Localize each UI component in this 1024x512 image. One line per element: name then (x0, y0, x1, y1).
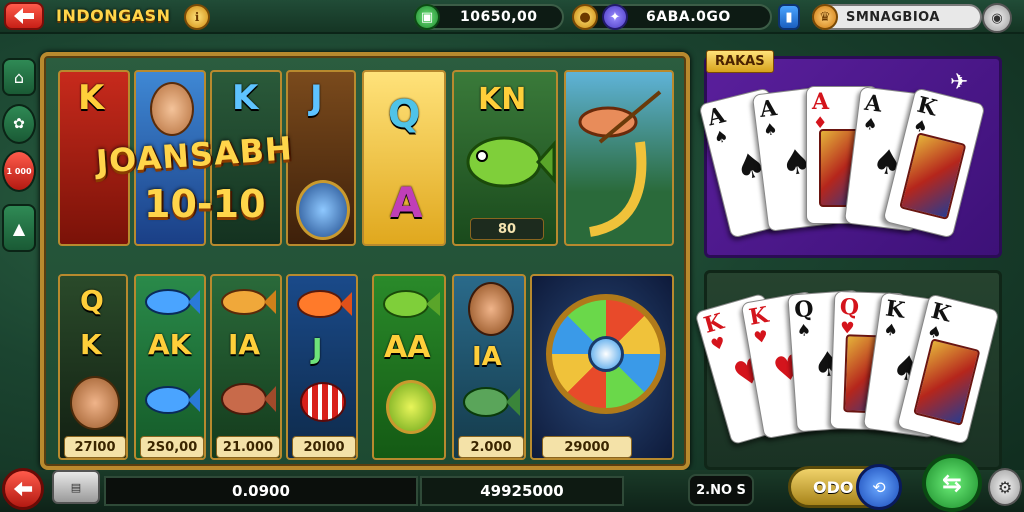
side-button-bonus[interactable]: ✿ (2, 104, 36, 144)
reel-symbol: AA (384, 330, 431, 365)
reel-value: 80 (470, 218, 544, 240)
reel-symbol: K (232, 78, 259, 118)
reel-top-5: Q A (362, 70, 446, 246)
card-rank: A (812, 89, 830, 115)
character-portrait (468, 282, 514, 336)
reel-symbol: IA (228, 328, 261, 361)
balance-value-2: 6ABA.0GO (646, 9, 731, 25)
reel-symbol: Q (80, 284, 104, 317)
fish-icon (466, 136, 556, 188)
reel-top-7 (564, 70, 674, 246)
reel-symbol: IA (472, 342, 502, 372)
reel-symbol: AK (148, 328, 192, 361)
user-pill[interactable]: ♛ SMNAGBIOA (812, 4, 982, 30)
auto-play-button[interactable]: ⟲ (856, 464, 902, 510)
reel-symbol: J (312, 332, 323, 365)
fish-icon (145, 289, 200, 315)
bonus-icon: ✿ (13, 116, 25, 132)
character-portrait (150, 82, 194, 136)
home-icon: ⌂ (13, 67, 25, 87)
side-button-hot[interactable]: 1 000 (2, 150, 36, 192)
side-badge: 1 000 (6, 166, 32, 176)
reel-bottom-3: IA 21.000 (210, 274, 282, 460)
username: SMNAGBIOA (846, 9, 940, 25)
gem-icon: ✦ (602, 4, 628, 30)
reel-bottom-2: AK 2S0,00 (134, 274, 206, 460)
reel-symbol-2: K (80, 328, 102, 361)
reel-value: 2.000 (458, 436, 524, 458)
arrow-left-icon (14, 8, 34, 24)
bonus-wheel-reel: 29000 (530, 274, 674, 460)
reel-bottom-5: AA (372, 274, 446, 460)
trophy-icon: ♛ (812, 4, 838, 30)
wheel-hub-icon (588, 336, 624, 372)
bird-icon: ✈ (950, 70, 969, 95)
reel-top-6: KN 80 (452, 70, 558, 246)
fish-icon (221, 289, 276, 315)
arrows-horizontal-icon: ⇆ (941, 469, 963, 497)
reel-value: 21.000 (216, 436, 280, 458)
fish-icon (383, 290, 440, 318)
balance-pill-2: ● ✦ 6ABA.0GO (572, 4, 772, 30)
card-rank: Q (839, 293, 860, 321)
reel-value: 2S0,00 (140, 436, 204, 458)
side-button-up[interactable]: ▲ (2, 204, 36, 252)
coin-icon: ● (572, 4, 598, 30)
win-field: 49925000 (420, 476, 624, 506)
reel-value: 27I00 (64, 436, 126, 458)
cash-icon: ▣ (414, 4, 440, 30)
slot-board: K K J Q A KN 80 JOANSABH 10-10 Q K 27I00… (40, 52, 690, 470)
balance-value-1: 10650,00 (460, 9, 538, 25)
menu-icon[interactable]: ▤ (52, 470, 100, 504)
gem-icon (386, 380, 436, 434)
options-icon[interactable]: ⚙ (988, 468, 1022, 506)
back-button[interactable] (4, 2, 44, 30)
auto-play-icon: ⟲ (872, 477, 886, 497)
face-card-art (913, 338, 981, 426)
card-suit-icon: ♠ (762, 119, 779, 140)
info-icon[interactable]: ℹ (184, 4, 210, 30)
arrow-up-icon: ▲ (12, 218, 26, 238)
reel-symbol: KN (478, 82, 527, 117)
card-rank: Q (793, 295, 815, 324)
shield-icon (296, 180, 350, 240)
reel-value: 20I00 (292, 436, 356, 458)
card-suit-icon: ♠ (796, 320, 812, 341)
lines-indicator: 2.NO S (688, 474, 754, 506)
add-funds-icon[interactable]: ▮ (778, 4, 800, 30)
reel-value: 29000 (542, 436, 632, 458)
side-button-home[interactable]: ⌂ (2, 58, 36, 96)
fish-icon (145, 386, 200, 414)
reel-symbol: J (310, 78, 323, 118)
panel-label: RAKAS (706, 50, 774, 73)
character-portrait (70, 376, 120, 430)
game-title: INDONGASN (56, 6, 171, 25)
reel-top-4: J (286, 70, 356, 246)
spin-button[interactable]: ⇆ (922, 454, 982, 512)
bet-field: 0.0900 (104, 476, 418, 506)
card-suit-icon: ♠ (882, 319, 900, 341)
fish-icon (463, 387, 520, 417)
arrow-left-icon (13, 481, 33, 497)
fish-icon (297, 290, 352, 318)
face-card-art (899, 132, 967, 220)
fish-icon (221, 383, 276, 415)
candy-icon (300, 382, 346, 422)
card-suit-icon: ♥ (708, 332, 728, 355)
reel-bottom-6: IA 2.000 (452, 274, 526, 460)
reel-symbol: K (78, 78, 105, 118)
action-label: ODO (813, 477, 854, 497)
card-suit-icon: ♠ (862, 113, 879, 135)
fish-rod-icon (578, 90, 662, 237)
card-suit-icon: ♠ (711, 125, 731, 148)
balance-pill-1: ▣ 10650,00 (414, 4, 564, 30)
settings-icon[interactable]: ◉ (982, 3, 1012, 33)
reel-bottom-4: J 20I00 (286, 274, 358, 460)
reel-bottom-1: Q K 27I00 (58, 274, 128, 460)
back-button-bottom[interactable] (2, 468, 44, 510)
card-suit-icon: ♥ (752, 326, 770, 348)
reel-symbol: Q (388, 92, 421, 136)
game-logo-line2: 10-10 (144, 182, 266, 226)
reel-symbol-2: A (390, 178, 423, 227)
